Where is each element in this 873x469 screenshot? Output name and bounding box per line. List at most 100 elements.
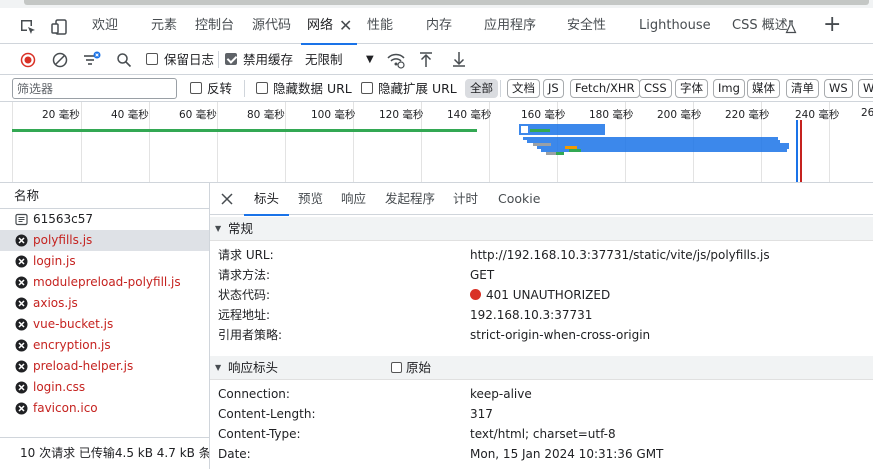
tab-lighthouse[interactable]: Lighthouse	[639, 8, 711, 44]
filter-chip-img[interactable]: Img	[713, 79, 745, 98]
tab-preview[interactable]: 预览	[298, 183, 323, 215]
request-row[interactable]: 61563c57	[0, 209, 209, 230]
import-har-icon[interactable]	[418, 51, 434, 68]
top-scrollbar[interactable]	[0, 0, 873, 8]
export-har-icon[interactable]	[451, 51, 467, 68]
error-icon	[15, 318, 28, 331]
error-icon	[15, 255, 28, 268]
filter-chip-css[interactable]: CSS	[639, 79, 672, 98]
disable-cache-checkbox[interactable]	[225, 53, 237, 65]
device-toolbar-icon[interactable]	[51, 18, 69, 36]
header-key: 请求方法:	[218, 268, 271, 282]
filter-chip-font[interactable]: 字体	[675, 79, 708, 98]
request-row[interactable]: preload-helper.js	[0, 356, 209, 377]
header-value: 317	[470, 407, 493, 421]
error-icon	[15, 381, 28, 394]
error-icon	[15, 297, 28, 310]
disable-cache-label: 禁用缓存	[243, 52, 294, 67]
header-row: 请求方法: GET	[210, 265, 873, 285]
filter-chip-all[interactable]: 全部	[465, 79, 498, 98]
close-network-tab-icon[interactable]: ✕	[339, 8, 352, 44]
request-name: vue-bucket.js	[33, 317, 114, 331]
header-key: Date:	[218, 447, 251, 461]
document-icon	[15, 213, 28, 226]
filter-chip-fetch-xhr[interactable]: Fetch/XHR	[570, 79, 640, 98]
response-headers-section-header[interactable]: 响应标头 原始	[210, 356, 873, 380]
network-overview-timeline[interactable]: 20 毫秒 40 毫秒 60 毫秒 80 毫秒 100 毫秒 120 毫秒 14…	[0, 102, 873, 183]
hide-data-url-checkbox[interactable]	[256, 82, 268, 94]
throttling-select[interactable]: 无限制	[305, 44, 343, 75]
header-value: keep-alive	[470, 387, 532, 401]
network-toolbar: 保留日志 禁用缓存 无限制 ▼	[0, 44, 873, 75]
request-row[interactable]: polyfills.js	[0, 230, 209, 251]
tab-welcome[interactable]: 欢迎	[92, 8, 118, 44]
filter-icon[interactable]	[82, 51, 102, 69]
request-row[interactable]: login.js	[0, 251, 209, 272]
search-icon[interactable]	[116, 52, 132, 68]
filter-chip-manifest[interactable]: 清单	[786, 79, 819, 98]
tab-sources[interactable]: 源代码	[252, 8, 291, 44]
hide-extension-url-checkbox[interactable]	[361, 82, 373, 94]
clear-icon[interactable]	[52, 52, 68, 68]
header-key: 请求 URL:	[218, 248, 274, 262]
tab-console[interactable]: 控制台	[195, 8, 234, 44]
request-name: polyfills.js	[33, 233, 93, 247]
tab-memory[interactable]: 内存	[426, 8, 452, 44]
tab-headers[interactable]: 标头	[243, 183, 290, 216]
general-section-title: 常规	[228, 221, 254, 236]
filter-chip-media[interactable]: 媒体	[747, 79, 780, 98]
record-stop-icon[interactable]	[20, 52, 36, 68]
throttling-dropdown-arrow-icon[interactable]: ▼	[366, 44, 374, 75]
top-scrollbar-thumb[interactable]	[24, 0, 869, 5]
inspect-element-icon[interactable]	[19, 18, 37, 36]
experimental-flask-icon	[785, 20, 797, 34]
error-icon	[15, 234, 28, 247]
tab-cookies[interactable]: Cookie	[498, 183, 540, 215]
response-headers-title: 响应标头	[228, 360, 279, 375]
header-key: Content-Type:	[218, 427, 301, 441]
details-tab-bar: 标头 预览 响应 发起程序 计时 Cookie	[210, 183, 873, 216]
header-value: strict-origin-when-cross-origin	[470, 328, 651, 342]
close-details-icon[interactable]	[221, 193, 233, 205]
error-icon	[15, 339, 28, 352]
raw-headers-label: 原始	[406, 360, 432, 375]
add-tab-icon[interactable]: +	[823, 8, 841, 44]
tab-network[interactable]: 网络	[300, 8, 358, 45]
network-summary-bar: 10 次请求 已传输4.5 kB 4.7 kB 条资	[0, 437, 210, 469]
filter-chip-ws[interactable]: WS	[824, 79, 853, 98]
preserve-log-checkbox[interactable]	[146, 53, 158, 65]
request-row[interactable]: login.css	[0, 377, 209, 398]
devtools-tab-bar: 欢迎 元素 控制台 源代码 网络 ✕ 性能 内存 应用程序 安全性 Lighth…	[0, 8, 873, 45]
request-row[interactable]: vue-bucket.js	[0, 314, 209, 335]
header-row: Content-Length: 317	[210, 404, 873, 424]
invert-checkbox[interactable]	[190, 82, 202, 94]
header-value: http://192.168.10.3:37731/static/vite/js…	[470, 248, 770, 262]
filter-chip-wasm[interactable]: W	[858, 79, 873, 98]
general-section-header[interactable]: 常规	[210, 217, 873, 241]
tab-application[interactable]: 应用程序	[484, 8, 536, 44]
header-row: Content-Type: text/html; charset=utf-8	[210, 424, 873, 444]
hide-extension-url-label: 隐藏扩展 URL	[378, 81, 457, 96]
request-row[interactable]: axios.js	[0, 293, 209, 314]
tab-initiator[interactable]: 发起程序	[385, 183, 435, 215]
tab-security[interactable]: 安全性	[567, 8, 606, 44]
filter-input[interactable]	[12, 78, 177, 99]
filter-chip-doc[interactable]: 文档	[507, 79, 540, 98]
tab-performance[interactable]: 性能	[367, 8, 393, 44]
filter-chip-js[interactable]: JS	[543, 79, 564, 98]
request-list: 名称 61563c57 polyfills.js login.js module…	[0, 183, 210, 437]
request-details-panel: 标头 预览 响应 发起程序 计时 Cookie 常规 请求 URL: http:…	[210, 183, 873, 469]
tab-response[interactable]: 响应	[341, 183, 366, 215]
name-column-header[interactable]: 名称	[0, 183, 209, 209]
request-row[interactable]: modulepreload-polyfill.js	[0, 272, 209, 293]
filter-divider	[244, 80, 245, 97]
request-row[interactable]: encryption.js	[0, 335, 209, 356]
tab-timing[interactable]: 计时	[453, 183, 478, 215]
request-row[interactable]: favicon.ico	[0, 398, 209, 419]
raw-headers-checkbox[interactable]	[391, 362, 402, 373]
network-conditions-icon[interactable]	[386, 51, 406, 69]
header-row: Connection: keep-alive	[210, 384, 873, 404]
tab-css-overview[interactable]: CSS 概述	[732, 8, 788, 44]
tab-elements[interactable]: 元素	[151, 8, 177, 44]
header-row: 远程地址: 192.168.10.3:37731	[210, 305, 873, 325]
